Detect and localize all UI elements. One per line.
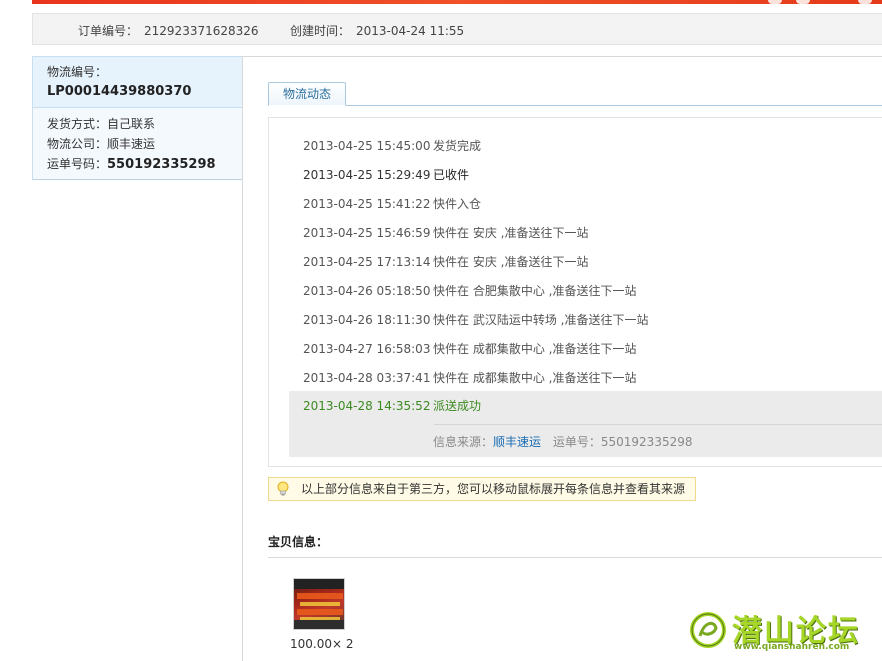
track-time: 2013-04-25 15:45:00 xyxy=(303,139,431,153)
waybill-value: 550192335298 xyxy=(107,157,216,172)
divider xyxy=(243,56,882,57)
logistics-number-block: 物流编号： LP00014439880370 xyxy=(33,57,242,108)
logistics-details: 发货方式：自己联系 物流公司：顺丰速运 运单号码：550192335298 xyxy=(33,108,242,179)
decoration-dot xyxy=(768,0,782,4)
thumbnail-detail xyxy=(294,620,344,629)
track-row[interactable]: 2013-04-25 15:41:22 快件入仓 xyxy=(303,195,481,212)
track-row[interactable]: 2013-04-28 03:37:41 快件在 成都集散中心 ,准备送往下一站 xyxy=(303,369,636,386)
decoration-dot xyxy=(796,0,810,4)
waybill-label: 运单号码： xyxy=(47,157,108,171)
track-row-delivered: 2013-04-28 14:35:52 派送成功 xyxy=(303,397,481,414)
waybill-number: 运单号码：550192335298 xyxy=(47,154,242,175)
track-time: 2013-04-27 16:58:03 xyxy=(303,342,431,356)
created-time-label: 创建时间： xyxy=(290,24,351,38)
track-text: 快件在 武汉陆运中转场 ,准备送往下一站 xyxy=(433,313,649,327)
logistics-number-label: 物流编号： xyxy=(47,65,108,79)
track-text: 发货完成 xyxy=(433,139,482,153)
track-text: 快件在 安庆 ,准备送往下一站 xyxy=(433,226,589,240)
thumbnail-detail xyxy=(294,579,344,589)
track-row[interactable]: 2013-04-25 15:29:49 已收件 xyxy=(303,166,469,183)
track-text: 已收件 xyxy=(433,168,470,182)
tab-bar-line xyxy=(268,105,882,106)
track-row[interactable]: 2013-04-25 15:46:59 快件在 安庆 ,准备送往下一站 xyxy=(303,224,588,241)
track-text: 快件在 成都集散中心 ,准备送往下一站 xyxy=(433,342,637,356)
order-number-label: 订单编号： xyxy=(78,24,139,38)
divider xyxy=(242,56,243,180)
divider xyxy=(434,424,882,425)
order-number-value: 212923371628326 xyxy=(144,24,259,38)
lightbulb-icon xyxy=(277,481,289,496)
track-row[interactable]: 2013-04-25 15:45:00 发货完成 xyxy=(303,137,481,154)
track-time: 2013-04-25 15:29:49 xyxy=(303,168,431,182)
track-time: 2013-04-26 18:11:30 xyxy=(303,313,431,327)
watermark-url: www.qianshanren.com xyxy=(734,642,850,652)
watermark-logo-icon xyxy=(690,612,726,648)
logistics-summary-panel: 物流编号： LP00014439880370 发货方式：自己联系 物流公司：顺丰… xyxy=(32,56,243,180)
third-party-notice: 以上部分信息来自于第三方，您可以移动鼠标展开每条信息并查看其来源 xyxy=(268,477,696,501)
track-row[interactable]: 2013-04-27 16:58:03 快件在 成都集散中心 ,准备送往下一站 xyxy=(303,340,636,357)
item-price-quantity: 100.00× 2 xyxy=(290,637,354,651)
track-time: 2013-04-26 05:18:50 xyxy=(303,284,431,298)
top-accent-bar xyxy=(32,0,882,4)
track-text: 快件入仓 xyxy=(433,197,482,211)
order-number: 订单编号： 212923371628326 xyxy=(78,22,259,39)
track-text: 派送成功 xyxy=(433,399,482,413)
track-time: 2013-04-28 14:35:52 xyxy=(303,399,431,413)
source-label: 信息来源： xyxy=(433,435,494,449)
track-text: 快件在 合肥集散中心 ,准备送往下一站 xyxy=(433,284,637,298)
forum-watermark: 潜山论坛 www.qianshanren.com xyxy=(688,606,876,656)
track-time: 2013-04-25 17:13:14 xyxy=(303,255,431,269)
track-text: 快件在 成都集散中心 ,准备送往下一站 xyxy=(433,371,637,385)
track-row[interactable]: 2013-04-26 05:18:50 快件在 合肥集散中心 ,准备送往下一站 xyxy=(303,282,636,299)
info-source: 信息来源：顺丰速运 运单号：550192335298 xyxy=(433,433,693,450)
tab-logistics-updates[interactable]: 物流动态 xyxy=(268,82,346,106)
track-text: 快件在 安庆 ,准备送往下一站 xyxy=(433,255,589,269)
thumbnail-detail xyxy=(297,609,343,615)
thumbnail-detail xyxy=(297,593,343,599)
source-link[interactable]: 顺丰速运 xyxy=(493,435,541,449)
track-time: 2013-04-28 03:37:41 xyxy=(303,371,431,385)
decoration-dot xyxy=(858,0,872,4)
divider xyxy=(242,180,243,661)
divider xyxy=(268,557,882,558)
logistics-company: 物流公司：顺丰速运 xyxy=(47,137,156,151)
created-time: 创建时间： 2013-04-24 11:55 xyxy=(290,22,464,39)
item-section-title: 宝贝信息： xyxy=(268,535,329,549)
source-waybill-value: 550192335298 xyxy=(600,435,693,449)
logistics-number-value: LP00014439880370 xyxy=(47,84,192,99)
tracking-list: 2013-04-25 15:45:00 发货完成 2013-04-25 15:29… xyxy=(268,117,882,467)
track-row[interactable]: 2013-04-25 17:13:14 快件在 安庆 ,准备送往下一站 xyxy=(303,253,588,270)
order-info-bar: 订单编号： 212923371628326 创建时间： 2013-04-24 11:… xyxy=(32,13,882,45)
ship-method: 发货方式：自己联系 xyxy=(47,117,156,131)
track-row[interactable]: 2013-04-26 18:11:30 快件在 武汉陆运中转场 ,准备送往下一站 xyxy=(303,311,648,328)
track-time: 2013-04-25 15:46:59 xyxy=(303,226,431,240)
item-thumbnail[interactable] xyxy=(293,578,345,630)
track-time: 2013-04-25 15:41:22 xyxy=(303,197,431,211)
created-time-value: 2013-04-24 11:55 xyxy=(356,24,465,38)
notice-text: 以上部分信息来自于第三方，您可以移动鼠标展开每条信息并查看其来源 xyxy=(301,482,686,496)
track-row-expanded[interactable]: 2013-04-28 14:35:52 派送成功 信息来源：顺丰速运 运单号：55… xyxy=(289,391,882,457)
source-waybill-label: 运单号： xyxy=(552,435,601,449)
thumbnail-detail xyxy=(300,602,340,606)
